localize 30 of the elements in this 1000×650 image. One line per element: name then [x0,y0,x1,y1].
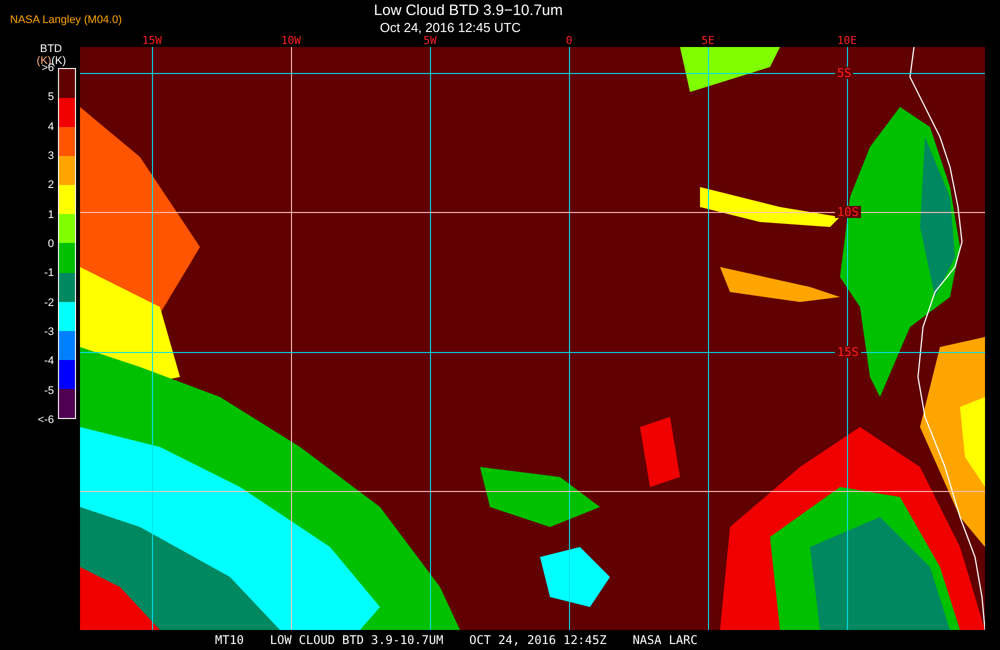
source-label: NASA Langley (M04.0) [10,14,122,28]
longitude-label: 5W [421,35,439,46]
scale-label: -1 [43,267,54,280]
longitude-label: 15W [140,35,164,46]
scale-label: -3 [43,326,54,338]
legend-title: BTD [40,43,62,55]
scale-label: 1 [46,208,54,221]
scale-label: 4 [46,120,54,133]
longitude-label: 0 [564,35,574,46]
timestamp-subtitle: Oct 24, 2016 12:45 UTC [380,20,521,35]
footer-text: MT10 [215,633,244,647]
footer-text: NASA LARC [632,633,698,647]
unit-label: (K) [51,55,66,67]
latitude-label: 5S [835,67,854,79]
scale-label: 3 [46,150,54,162]
latitude-label: 10S [835,206,861,218]
longitude-label: 5E [699,35,717,46]
footer-text: LOW CLOUD BTD 3.9-10.7UM [270,633,444,647]
scale-label: <-6 [38,414,54,426]
latitude-label: 15S [835,346,861,358]
scale-label: 5 [46,91,54,104]
scale-label: -5 [43,384,54,397]
scale-label: 2 [46,179,54,192]
footer-text: OCT 24, 2016 12:45Z [469,633,607,647]
longitude-label: 10E [835,35,859,46]
scale-label: -2 [43,296,54,309]
scale-label: -4 [43,355,54,368]
longitude-label: 10W [279,35,303,46]
scale-label: 0 [46,238,54,250]
product-title: Low Cloud BTD 3.9−10.7um [374,2,563,19]
